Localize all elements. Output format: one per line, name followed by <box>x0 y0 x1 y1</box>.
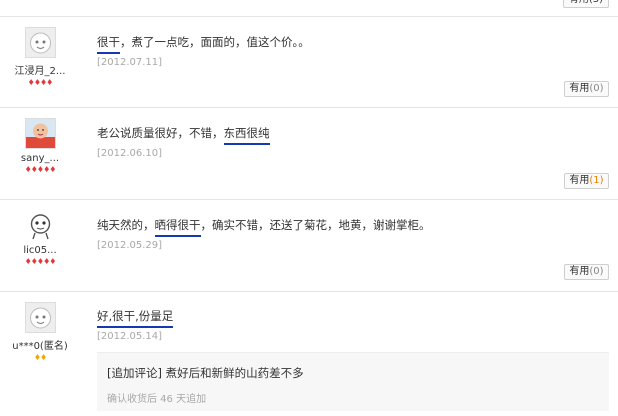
followup-comment: [追加评论] 煮好后和新鲜的山药差不多 确认收货后 46 天追加 <box>97 352 609 411</box>
useful-button-previous[interactable]: 有用(3) <box>563 0 609 8</box>
reviewer-info: 江浸月_2... ♦♦♦♦ <box>0 27 80 87</box>
rating-icons: ♦♦♦♦ <box>27 78 54 87</box>
highlighted-phrase: 东西很纯 <box>223 126 270 145</box>
useful-count: (1) <box>589 175 604 186</box>
reviewer-name[interactable]: 江浸月_2... <box>0 62 80 77</box>
rating-icons: ♦♦♦♦♦ <box>24 257 57 266</box>
reviewer-info: lic05... ♦♦♦♦♦ <box>0 210 80 266</box>
review-date: [2012.05.29] <box>97 240 163 251</box>
rating-icons: ♦♦ <box>33 353 47 362</box>
review-text: ，煮了一点吃，面面的，值这个价。。 <box>120 35 310 49</box>
review-date: [2012.07.11] <box>97 57 163 68</box>
review-content: 纯天然的，晒得很干，确实不错，还送了菊花，地黄，谢谢掌柜。 <box>97 217 431 237</box>
default-avatar-icon <box>25 28 55 57</box>
avatar[interactable] <box>24 302 56 333</box>
reviewer-info: sany_... ♦♦♦♦♦ <box>0 118 80 174</box>
rating-icons: ♦♦♦♦♦ <box>24 165 57 174</box>
useful-label: 有用 <box>569 266 590 277</box>
review-content: 很干，煮了一点吃，面面的，值这个价。。 <box>97 34 310 54</box>
review-text: 纯天然的， <box>97 218 155 232</box>
review-text: 老公说质量很好，不错， <box>97 126 224 140</box>
avatar[interactable] <box>25 210 56 241</box>
followup-text: [追加评论] 煮好后和新鲜的山药差不多 <box>107 366 304 380</box>
useful-button[interactable]: 有用(0) <box>564 81 609 97</box>
reviewer-name[interactable]: sany_... <box>0 153 80 164</box>
useful-label: 有用 <box>569 175 590 186</box>
useful-count: (0) <box>589 83 604 94</box>
divider <box>0 199 618 200</box>
useful-count: (0) <box>589 266 604 277</box>
cartoon-avatar-icon <box>30 214 50 240</box>
review-text: ，确实不错，还送了菊花，地黄，谢谢掌柜。 <box>200 218 431 232</box>
default-avatar-icon <box>25 303 55 332</box>
avatar[interactable] <box>24 27 56 58</box>
reviewer-name: u***0(匿名) <box>12 341 68 352</box>
divider <box>0 291 618 292</box>
highlighted-phrase: 晒得很干 <box>154 218 201 237</box>
reviewer-name[interactable]: lic05... <box>0 245 80 256</box>
reviewer-info: u***0(匿名) ♦♦ <box>0 302 80 362</box>
highlighted-phrase: 很干 <box>97 35 120 54</box>
followup-meta: 确认收货后 46 天追加 <box>107 394 207 405</box>
useful-label: 有用 <box>569 83 590 94</box>
review-content: 好,很干,份量足 <box>97 308 174 328</box>
review-content: 老公说质量很好，不错，东西很纯 <box>97 125 270 145</box>
avatar[interactable] <box>24 118 56 149</box>
divider <box>0 107 618 108</box>
divider <box>0 16 618 17</box>
highlighted-phrase: 好,很干,份量足 <box>97 309 174 328</box>
useful-button[interactable]: 有用(1) <box>564 173 609 189</box>
review-date: [2012.05.14] <box>97 331 163 342</box>
baby-photo-icon <box>25 119 55 148</box>
review-date: [2012.06.10] <box>97 148 163 159</box>
useful-button[interactable]: 有用(0) <box>564 264 609 280</box>
